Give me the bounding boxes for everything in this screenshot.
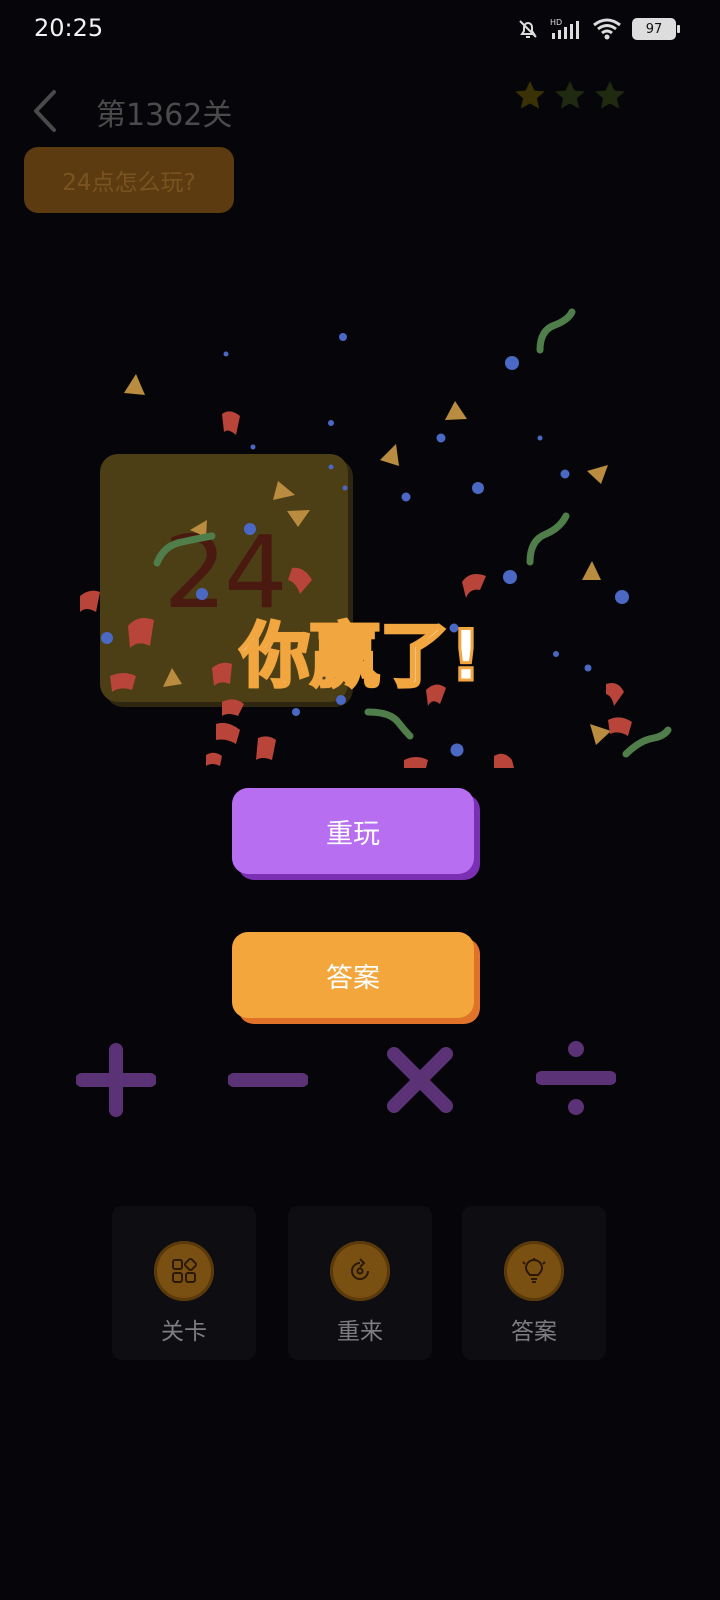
- divide-icon[interactable]: [536, 1040, 616, 1120]
- tab-levels[interactable]: 关卡: [112, 1206, 256, 1360]
- tab-label: 重来: [337, 1319, 383, 1345]
- minus-icon[interactable]: [228, 1040, 308, 1120]
- star-icon: [555, 81, 585, 109]
- svg-text:HD: HD: [550, 18, 562, 27]
- wifi-icon: [593, 18, 621, 40]
- tab-label: 关卡: [161, 1319, 207, 1345]
- star-icon: [515, 81, 545, 109]
- restart-icon: [330, 1241, 390, 1301]
- tab-label: 答案: [511, 1319, 557, 1345]
- bottom-tabs: 关卡 重来 答案: [112, 1206, 608, 1360]
- battery-level: 97: [645, 21, 663, 37]
- lightbulb-icon: [504, 1241, 564, 1301]
- tab-answer[interactable]: 答案: [462, 1206, 606, 1360]
- battery-indicator: 97: [632, 18, 680, 40]
- signal-icon: HD: [550, 18, 579, 39]
- mute-bell-icon: [519, 20, 537, 38]
- back-arrow-icon[interactable]: [26, 86, 66, 136]
- star-rating: [512, 78, 628, 114]
- status-icons: HD 97: [516, 17, 680, 41]
- tab-restart[interactable]: 重来: [288, 1206, 432, 1360]
- level-title: 第1362关: [96, 98, 233, 133]
- replay-button[interactable]: 重玩: [232, 788, 474, 874]
- grid-icon: [154, 1241, 214, 1301]
- status-time: 20:25: [34, 14, 104, 42]
- how-to-play-button[interactable]: 24点怎么玩?: [24, 147, 234, 213]
- multiply-icon[interactable]: [380, 1040, 460, 1120]
- star-icon: [595, 81, 625, 109]
- plus-icon[interactable]: [76, 1040, 156, 1120]
- status-bar: 20:25 HD 97: [0, 0, 720, 62]
- win-message: 你赢了!: [239, 614, 484, 699]
- operator-row: [0, 1040, 720, 1120]
- answer-button[interactable]: 答案: [232, 932, 474, 1018]
